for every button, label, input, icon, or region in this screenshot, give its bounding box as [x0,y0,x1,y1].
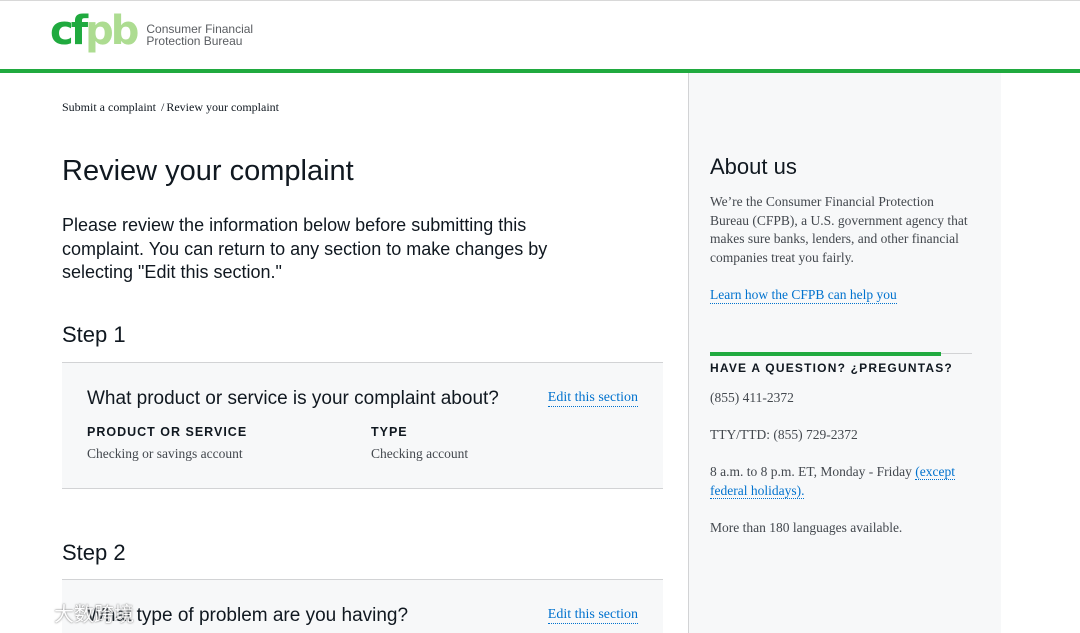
tty-number: TTY/TTD: (855) 729-2372 [710,427,858,442]
type-field: TYPE Checking account [371,425,468,462]
phone-number: (855) 411-2372 [710,390,794,405]
watermark: 大数跨境 [8,598,134,627]
step2-summary-card: What type of problem are you having? Edi… [62,579,663,633]
site-header: cfpb Consumer Financial Protection Burea… [0,0,1080,70]
step1-question: What product or service is your complain… [87,388,499,409]
logo-mark-cf: cf [50,8,88,54]
question-heading: HAVE A QUESTION? ¿PREGUNTAS? [710,361,953,375]
page-title: Review your complaint [62,155,354,187]
cfpb-logo[interactable]: cfpb Consumer Financial Protection Burea… [50,11,253,51]
step1-edit-link[interactable]: Edit this section [547,390,638,407]
breadcrumb-current: Review your complaint [166,100,279,114]
sidebar: About us We’re the Consumer Financial Pr… [688,73,1001,633]
step1-summary-card: What product or service is your complain… [62,362,663,489]
languages-text: More than 180 languages available. [710,520,903,535]
logo-mark-pb: pb [85,8,139,54]
watermark-logo-icon [10,604,46,621]
breadcrumb-separator: / [161,100,165,114]
step2-heading: Step 2 [62,540,126,565]
about-body: We’re the Consumer Financial Protection … [710,194,968,266]
about-title: About us [710,154,797,179]
watermark-text: 大数跨境 [54,602,134,626]
step1-heading: Step 1 [62,322,126,347]
step2-question: What type of problem are you having? [87,605,409,626]
breadcrumb-submit-complaint[interactable]: Submit a complaint [62,100,156,114]
question-divider-accent [710,352,941,356]
hours-text: 8 a.m. to 8 p.m. ET, Monday - Friday (ex… [710,463,975,500]
breadcrumb: Submit a complaint / Review your complaint [62,100,279,115]
logo-text: Consumer Financial Protection Bureau [146,23,253,47]
step2-edit-link[interactable]: Edit this section [547,607,638,624]
product-or-service-label: PRODUCT OR SERVICE [87,425,248,439]
hours-label: 8 a.m. to 8 p.m. ET, Monday - Friday [710,464,916,479]
product-or-service-field: PRODUCT OR SERVICE Checking or savings a… [87,425,247,462]
type-label: TYPE [371,425,408,439]
cfpb-logo-mark: cfpb [50,11,139,51]
logo-text-line2: Protection Bureau [146,34,243,48]
type-value: Checking account [371,446,469,461]
learn-how-link[interactable]: Learn how the CFPB can help you [710,287,897,304]
product-or-service-value: Checking or savings account [87,446,243,461]
intro-text: Please review the information below befo… [62,215,548,282]
